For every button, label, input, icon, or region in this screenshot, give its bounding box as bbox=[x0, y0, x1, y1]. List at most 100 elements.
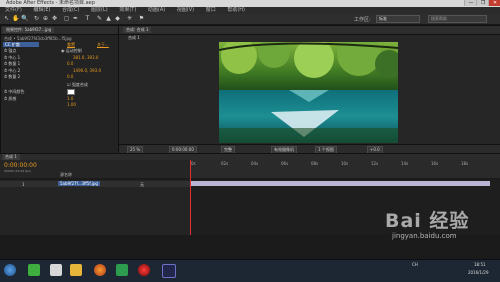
stopwatch-icon[interactable]: ⏱ bbox=[4, 61, 7, 66]
menu-animation[interactable]: 动画(A) bbox=[148, 7, 165, 13]
menu-help[interactable]: 帮助(H) bbox=[227, 7, 245, 13]
ruler-label: 14s bbox=[401, 161, 409, 166]
fx-row: ⏱ 数量 1 bbox=[4, 61, 20, 66]
clock-time[interactable]: 18:51 bbox=[474, 262, 486, 267]
ruler-label: 06s bbox=[281, 161, 289, 166]
ruler-label: 10s bbox=[341, 161, 349, 166]
fx-label: 数量 1 bbox=[8, 61, 21, 66]
menu-window[interactable]: 窗口 bbox=[206, 7, 216, 13]
app-icon[interactable] bbox=[28, 264, 40, 276]
clock-date[interactable]: 2016/1/29 bbox=[468, 270, 489, 275]
toolbar: ↖ ✋ 🔍 ↻ ⊕ ✥ ◻ ✒ T ✎ ▲ ◆ ✳ ⚑ bbox=[0, 14, 500, 25]
menu-file[interactable]: 文件(F) bbox=[5, 7, 22, 13]
start-button-icon[interactable] bbox=[4, 264, 16, 276]
playhead[interactable] bbox=[190, 160, 191, 235]
help-search-input[interactable]: 搜索帮助 bbox=[428, 15, 487, 23]
stopwatch-icon[interactable]: ⏱ bbox=[4, 74, 7, 79]
pan-behind-tool-icon[interactable]: ✥ bbox=[51, 15, 58, 22]
fx-label: 锚点 bbox=[8, 48, 17, 53]
brush-tool-icon[interactable]: ✎ bbox=[96, 15, 103, 22]
hand-tool-icon[interactable]: ✋ bbox=[12, 15, 19, 22]
rotate-tool-icon[interactable]: ↻ bbox=[33, 15, 40, 22]
menu-edit[interactable]: 编辑(E) bbox=[33, 7, 50, 13]
ruler-label: 02s bbox=[221, 161, 229, 166]
stopwatch-icon[interactable]: ⏱ bbox=[4, 55, 7, 60]
comp-subtab[interactable]: 合成 1 bbox=[125, 35, 143, 41]
stopwatch-icon[interactable]: ⏱ bbox=[4, 48, 7, 53]
fx-label: 数量 2 bbox=[8, 74, 21, 79]
eraser-tool-icon[interactable]: ◆ bbox=[114, 15, 121, 22]
after-effects-icon[interactable] bbox=[162, 264, 176, 278]
fx-row: ⏱ 质感 bbox=[4, 96, 16, 101]
stopwatch-icon[interactable]: ⏱ bbox=[4, 89, 7, 94]
motion-control-toggle[interactable]: ◉ 运动控制 bbox=[61, 48, 82, 53]
viewer-control-bar: 25 % 0:00:00:00 完整 有效摄像机 1 个视图 +0.0 bbox=[119, 144, 500, 154]
zoom-tool-icon[interactable]: 🔍 bbox=[21, 15, 28, 22]
composite-toggle[interactable]: ☑ 弧度合成 bbox=[67, 82, 88, 87]
reset-link[interactable]: 重置 bbox=[67, 42, 75, 47]
fx-label: 中心 1 bbox=[8, 55, 21, 60]
fx-label: 中间颜色 bbox=[8, 89, 25, 94]
menu-composition[interactable]: 合成(C) bbox=[62, 7, 79, 13]
layer-number: 1 bbox=[22, 182, 25, 187]
watermark-url: jingyan.baidu.com bbox=[392, 232, 457, 240]
composition-viewer[interactable] bbox=[219, 42, 398, 143]
timeline-fps: 00000 (25.00 fps) bbox=[4, 169, 31, 173]
folder-icon[interactable] bbox=[70, 264, 82, 276]
fx-value[interactable]: 0.0 bbox=[67, 74, 73, 79]
fx-row: ⏱ 锚点 bbox=[4, 48, 16, 53]
layer-name[interactable]: 5ab9f27f...3ff5f.jpg bbox=[58, 181, 100, 186]
fx-row: ⏱ 中心 2 bbox=[4, 68, 20, 73]
menu-view[interactable]: 视图(V) bbox=[177, 7, 194, 13]
stopwatch-icon[interactable]: ⏱ bbox=[4, 96, 7, 101]
fx-value[interactable]: 1.0 bbox=[67, 96, 73, 101]
stopwatch-icon[interactable]: ⏱ bbox=[4, 68, 7, 73]
parent-select[interactable]: 无 bbox=[140, 182, 144, 188]
timeline-header: 0:00:00:00 00000 (25.00 fps) 源名称 bbox=[0, 160, 190, 178]
about-link[interactable]: 关于... bbox=[97, 42, 109, 47]
close-button[interactable]: ✕ bbox=[488, 0, 500, 6]
source-name-header: 源名称 bbox=[60, 172, 72, 177]
fx-value[interactable]: 0.0 bbox=[67, 61, 73, 66]
app-icon[interactable] bbox=[50, 264, 62, 276]
fx-row: ⏱ 数量 2 bbox=[4, 74, 20, 79]
workspace-select[interactable]: 标准 bbox=[376, 15, 420, 23]
tab-effect-controls[interactable]: 效果控件: 5ab9f27...jpg bbox=[3, 27, 55, 33]
camera-tool-icon[interactable]: ⊕ bbox=[42, 15, 49, 22]
clone-tool-icon[interactable]: ▲ bbox=[105, 15, 112, 22]
effect-name[interactable]: CC 扩散 bbox=[5, 42, 20, 47]
layer-row[interactable]: 1 5ab9f27f...3ff5f.jpg 无 bbox=[0, 181, 190, 187]
layer-path: 合成 • 5ab9f27fd3cb3ff85b...f5jpg bbox=[4, 36, 72, 41]
watermark-brand: Bai 经验 bbox=[385, 210, 470, 232]
ruler-label: 04s bbox=[251, 161, 259, 166]
fx-value[interactable]: 1.00 bbox=[67, 102, 76, 107]
window-title: Adobe After Effects - 未命名项目.aep bbox=[6, 0, 95, 6]
app-icon[interactable] bbox=[116, 264, 128, 276]
fx-label: 质感 bbox=[8, 96, 17, 101]
roto-tool-icon[interactable]: ✳ bbox=[126, 15, 133, 22]
fx-value[interactable]: 1490.0, 393.0 bbox=[73, 68, 101, 73]
text-tool-icon[interactable]: T bbox=[84, 15, 91, 22]
workspace-label: 工作区: bbox=[354, 17, 371, 23]
ruler-label: 18s bbox=[461, 161, 469, 166]
color-swatch[interactable] bbox=[67, 89, 75, 95]
layer-list: 1 5ab9f27f...3ff5f.jpg 无 bbox=[0, 180, 190, 235]
ruler-label: 0s bbox=[191, 161, 196, 166]
timeline-timecode[interactable]: 0:00:00:00 bbox=[4, 162, 37, 169]
layer-duration-bar[interactable] bbox=[190, 181, 490, 186]
fx-value[interactable]: 381.0, 393.0 bbox=[73, 55, 98, 60]
firefox-icon[interactable] bbox=[94, 264, 106, 276]
lang-indicator[interactable]: CH bbox=[412, 262, 418, 267]
fx-label: 中心 2 bbox=[8, 68, 21, 73]
menu-bar: 文件(F) 编辑(E) 合成(C) 图层(L) 效果(T) 动画(A) 视图(V… bbox=[0, 7, 500, 14]
tab-composition[interactable]: 合成: 合成 1 bbox=[123, 27, 152, 33]
record-icon[interactable] bbox=[138, 264, 150, 276]
puppet-tool-icon[interactable]: ⚑ bbox=[138, 15, 145, 22]
shape-tool-icon[interactable]: ◻ bbox=[63, 15, 70, 22]
title-bar: Adobe After Effects - 未命名项目.aep — ❐ ✕ bbox=[0, 0, 500, 7]
menu-effect[interactable]: 效果(T) bbox=[119, 7, 136, 13]
fx-row: ⏱ 中心 1 bbox=[4, 55, 20, 60]
pen-tool-icon[interactable]: ✒ bbox=[72, 15, 79, 22]
menu-layer[interactable]: 图层(L) bbox=[91, 7, 108, 13]
selection-tool-icon[interactable]: ↖ bbox=[3, 15, 10, 22]
